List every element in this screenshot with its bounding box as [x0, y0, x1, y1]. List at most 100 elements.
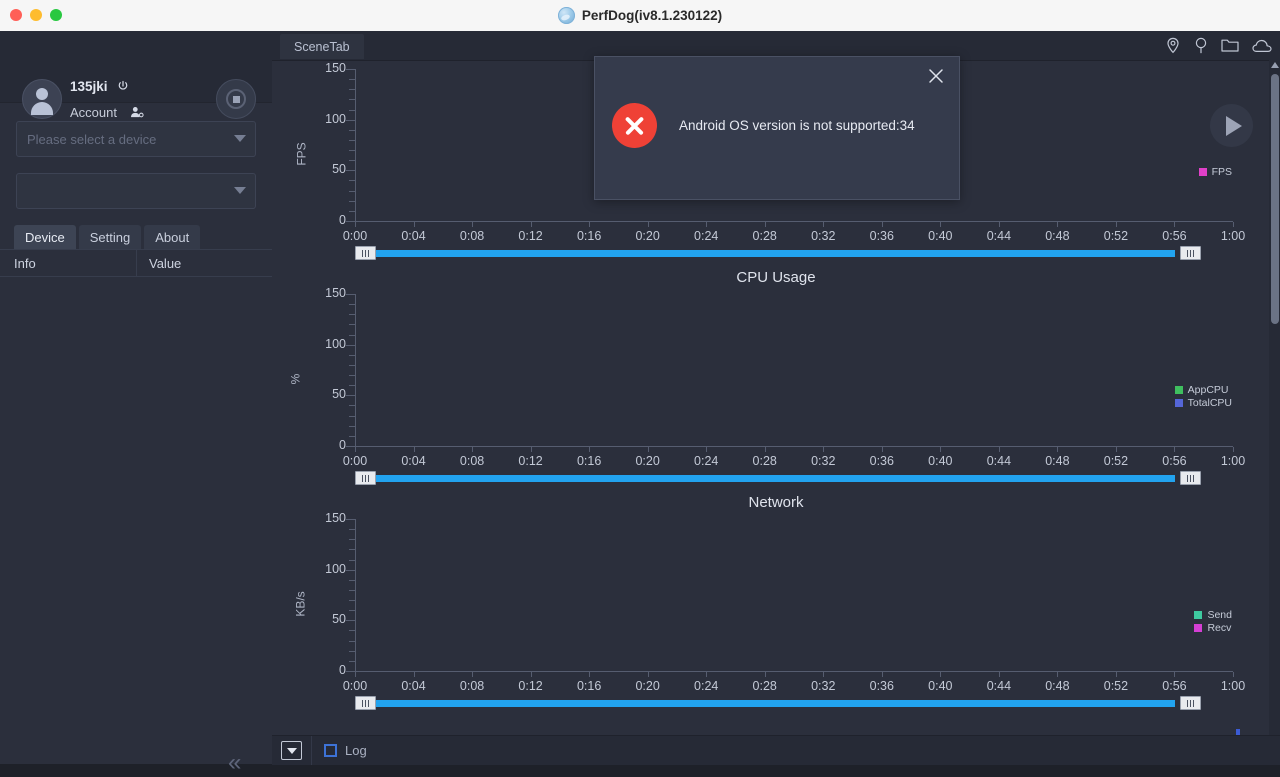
- y-tick-0: 0: [339, 663, 346, 677]
- x-axis-label: 0:12: [518, 229, 543, 243]
- scrollbar-handle-left[interactable]: [355, 246, 376, 260]
- scroll-up-arrow[interactable]: [1271, 62, 1279, 68]
- scrollbar-handle-right[interactable]: [1180, 471, 1201, 485]
- x-axis-tick: [589, 222, 591, 227]
- device-select-value: Please select a device: [27, 131, 157, 147]
- y-axis-tick: [349, 549, 355, 551]
- y-axis-tick: [349, 650, 355, 652]
- y-axis-tick: [349, 425, 355, 427]
- error-dialog-message: Android OS version is not supported:34: [679, 118, 915, 133]
- x-axis-tick: [823, 672, 825, 677]
- x-axis-label: 0:32: [811, 454, 836, 468]
- x-axis-label: 0:00: [342, 229, 368, 243]
- x-axis-tick: [530, 222, 532, 227]
- y-tick-0: 0: [339, 213, 346, 227]
- x-axis-label: 0:48: [1045, 679, 1070, 693]
- tab-setting[interactable]: Setting: [78, 225, 142, 249]
- x-axis-tick: [647, 672, 649, 677]
- x-axis-label: 0:36: [869, 229, 894, 243]
- chevron-double-left-icon[interactable]: «: [228, 749, 241, 777]
- y-axis-tick: [349, 99, 355, 101]
- play-button[interactable]: [1210, 104, 1253, 147]
- power-icon[interactable]: [117, 80, 129, 92]
- legend-item-totalcpu: TotalCPU: [1187, 397, 1232, 409]
- balloon-icon[interactable]: [1194, 37, 1208, 54]
- dropdown-caret-button[interactable]: [281, 741, 302, 760]
- close-icon[interactable]: [926, 66, 946, 86]
- account-panel: 135jki Account: [0, 31, 272, 120]
- y-axis-tick: [349, 150, 355, 152]
- y-axis-label-cpu: %: [288, 373, 303, 384]
- folder-icon[interactable]: [1221, 38, 1239, 53]
- x-axis-label: 0:48: [1045, 454, 1070, 468]
- account-label: Account: [70, 105, 117, 120]
- tab-about[interactable]: About: [144, 225, 201, 249]
- x-axis-tick: [940, 672, 942, 677]
- y-axis-tick: [349, 89, 355, 91]
- y-axis-tick: [349, 354, 355, 356]
- cloud-icon[interactable]: [1252, 39, 1272, 53]
- y-axis-tick: [349, 304, 355, 306]
- x-axis-tick: [530, 672, 532, 677]
- x-axis-tick: [413, 447, 415, 452]
- x-axis-label: 0:20: [635, 679, 660, 693]
- x-axis-label: 0:40: [928, 679, 953, 693]
- y-axis-tick: [349, 334, 355, 336]
- y-axis-tick: [346, 294, 355, 295]
- y-axis-tick: [349, 314, 355, 316]
- minimize-window-button[interactable]: [30, 9, 42, 21]
- x-axis-label: 0:44: [986, 679, 1012, 693]
- x-axis-label: 0:52: [1103, 229, 1129, 243]
- x-axis-tick: [647, 447, 649, 452]
- window-traffic-lights: [10, 9, 62, 21]
- record-stop-button[interactable]: [216, 79, 256, 119]
- x-axis-label: 0:44: [986, 229, 1012, 243]
- log-checkbox[interactable]: [324, 744, 337, 757]
- vertical-scrollbar-thumb[interactable]: [1271, 74, 1279, 324]
- legend-fps: FPS: [1198, 166, 1232, 179]
- y-axis-tick: [349, 180, 355, 182]
- x-axis-tick: [940, 447, 942, 452]
- vertical-scrollbar[interactable]: [1269, 60, 1280, 736]
- close-window-button[interactable]: [10, 9, 22, 21]
- location-pin-icon[interactable]: [1165, 37, 1181, 54]
- time-scrollbar-fps[interactable]: [355, 246, 1201, 260]
- zoom-window-button[interactable]: [50, 9, 62, 21]
- time-scrollbar-network[interactable]: [355, 696, 1201, 710]
- y-axis-tick: [349, 589, 355, 591]
- sidebar: 135jki Account Please select a device De…: [0, 31, 273, 776]
- y-axis-tick: [349, 364, 355, 366]
- x-axis-label: 0:40: [928, 454, 953, 468]
- x-axis-label: 0:00: [342, 454, 368, 468]
- scrollbar-handle-right[interactable]: [1180, 696, 1201, 710]
- x-axis-label: 0:20: [635, 229, 660, 243]
- scrollbar-handle-right[interactable]: [1180, 246, 1201, 260]
- y-axis-tick: [346, 569, 355, 571]
- y-tick-50: 50: [332, 162, 346, 177]
- chart-panel-cpu: CPU Usage % 150 100 50 0 AppCPU TotalCPU…: [272, 260, 1280, 485]
- error-x-icon: [612, 103, 657, 148]
- x-axis-tick: [764, 447, 766, 452]
- x-axis-tick: [998, 672, 1000, 677]
- time-scrollbar-cpu[interactable]: [355, 471, 1201, 485]
- y-axis-tick: [349, 109, 355, 111]
- x-axis-tick: [1115, 672, 1117, 677]
- scrollbar-handle-left[interactable]: [355, 696, 376, 710]
- y-tick-100: 100: [325, 111, 346, 126]
- x-axis-tick: [764, 222, 766, 227]
- user-add-icon[interactable]: [130, 106, 144, 118]
- x-axis-label: 0:28: [752, 454, 777, 468]
- x-axis-label: 0:08: [459, 679, 485, 693]
- process-select[interactable]: [16, 173, 256, 209]
- device-select[interactable]: Please select a device: [16, 121, 256, 157]
- scrollbar-handle-left[interactable]: [355, 471, 376, 485]
- y-axis-tick: [349, 139, 355, 141]
- x-axis-tick: [1115, 222, 1117, 227]
- x-axis-tick: [823, 222, 825, 227]
- tab-scenetab[interactable]: SceneTab: [280, 34, 364, 59]
- tab-device[interactable]: Device: [14, 225, 76, 249]
- avatar[interactable]: [22, 79, 62, 119]
- y-axis-tick: [346, 69, 355, 70]
- y-tick-150: 150: [325, 511, 346, 525]
- y-axis-tick: [346, 221, 355, 222]
